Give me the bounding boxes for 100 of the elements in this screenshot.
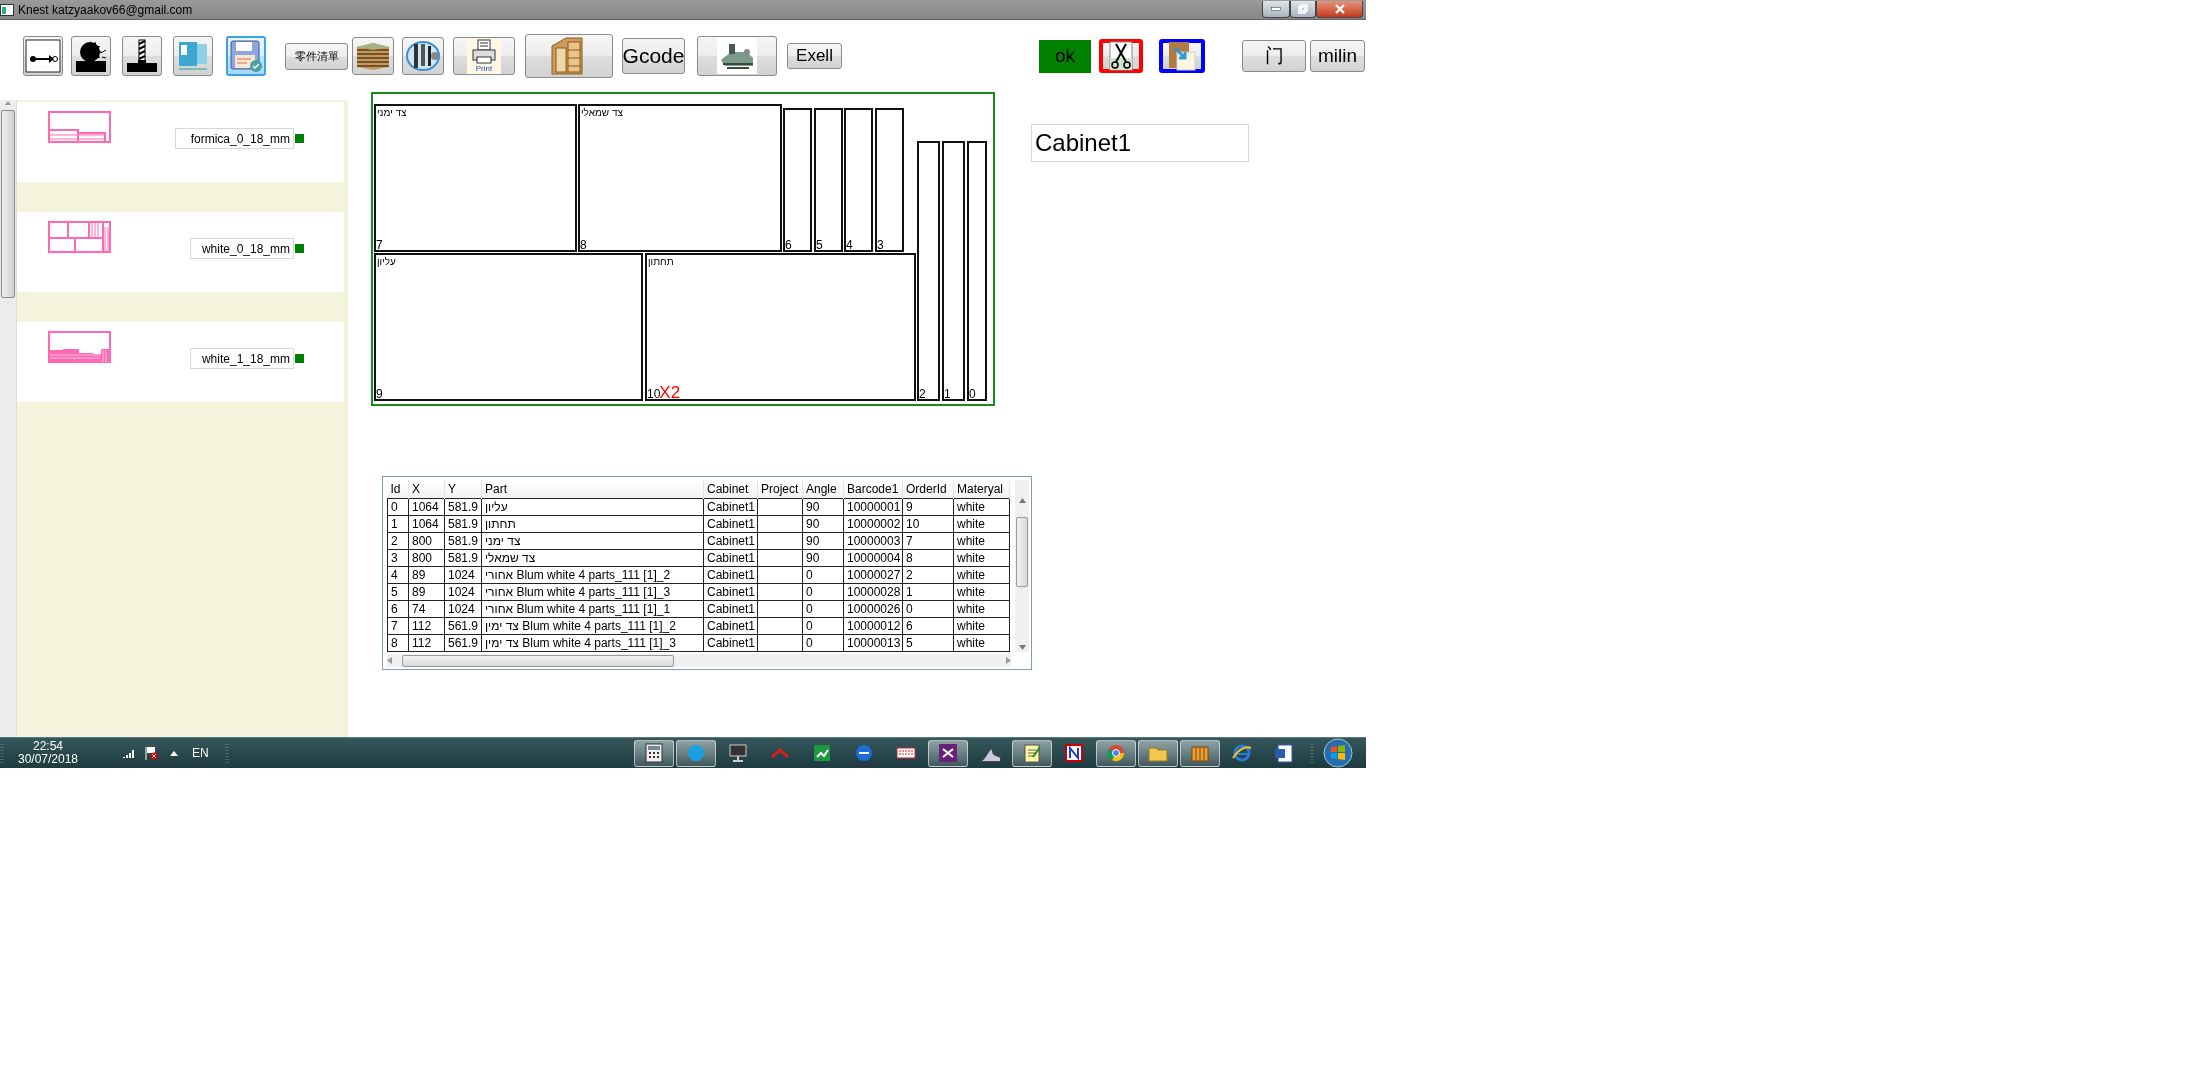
board-stack-icon [355,41,391,71]
window-title: Knest katzyaakov66@gmail.com [18,2,193,17]
saw-blade-icon [73,39,109,73]
toolbar-button[interactable] [122,36,162,76]
table-cell: Cabinet1 [703,634,758,652]
part-label: צד ימני [377,107,407,118]
show-hidden-icon[interactable] [170,750,178,756]
table-cell: 581.9 [444,498,482,516]
save-icon [228,39,264,73]
column-header[interactable]: OrderId [902,480,954,499]
column-header[interactable]: Project [757,480,803,499]
status-square-icon [295,244,304,253]
table-cell: white [953,515,1010,533]
table-cell: Cabinet1 [703,532,758,550]
table-cell: 90 [802,515,844,533]
table-cell: 89 [408,583,445,601]
material-field[interactable]: white_1_18_mm [189,348,294,369]
table-cell: 0 [802,600,844,618]
table-cell: 8 [387,634,409,652]
column-header[interactable]: Angle [802,480,844,499]
status-square-icon [295,134,304,143]
language-indicator[interactable]: EN [192,746,209,760]
tool-button[interactable] [1099,39,1143,73]
toolbar-button[interactable]: Gcode [622,38,685,74]
signal-icon[interactable] [122,748,136,758]
part-number: 9 [376,388,383,401]
tool-button[interactable]: milin [1310,40,1365,72]
table-cell: 0 [902,600,954,618]
globe-icon [1231,742,1253,764]
monitor-icon [727,742,749,764]
table-cell: white [953,532,1010,550]
print-badge: Print [467,38,501,74]
table-cell: צד ימין Blum white 4 parts_111 [1]_2 [481,617,704,635]
close-icon [1334,4,1345,14]
close-button[interactable] [1316,1,1363,18]
column-header[interactable]: Materyal [953,480,1010,499]
restore-button[interactable] [1290,1,1316,18]
table-cell: צד ימני [481,532,704,550]
table-cell: Cabinet1 [703,617,758,635]
material-field[interactable]: formica_0_18_mm [175,128,294,149]
scrollbar-thumb[interactable] [402,654,674,667]
column-header[interactable]: Barcode1 [843,480,903,499]
table-cell: צד ימין Blum white 4 parts_111 [1]_3 [481,634,704,652]
clock-time[interactable]: 22:54 [33,740,63,753]
browser-icon [1105,742,1127,764]
scroll-down-icon[interactable] [1018,645,1026,650]
scroll-up-icon[interactable] [1018,498,1026,503]
table-cell: Cabinet1 [703,498,758,516]
table-cell: אחורי Blum white 4 parts_111 [1]_1 [481,600,704,618]
taskbar-button[interactable] [1012,739,1052,767]
table-cell: 800 [408,532,445,550]
taskbar-button[interactable] [1138,739,1178,767]
column-header[interactable]: Y [444,480,482,499]
table-cell: 10000012 [843,617,903,635]
material-field[interactable]: white_0_18_mm [189,238,294,259]
table-cell: 9 [902,498,954,516]
taskbar-button[interactable] [676,739,716,767]
restore-icon [1298,4,1308,14]
column-header[interactable]: Id [387,480,409,499]
toolbar-button[interactable]: Exell [787,43,842,69]
taskbar-button[interactable] [928,739,968,767]
taskbar-button[interactable] [634,739,674,767]
toolbar-button[interactable] [23,36,63,76]
table-cell: 581.9 [444,532,482,550]
table-cell: 0 [802,617,844,635]
toolbar-button[interactable] [71,36,111,76]
toolbar-button[interactable]: 零件清單 [285,42,348,70]
toolbar-button[interactable]: Print [453,37,515,75]
start-button[interactable] [1320,738,1356,768]
toolbar-button[interactable] [352,37,394,75]
flag-icon[interactable] [144,746,158,760]
table-cell: 10000027 [843,566,903,584]
tool-button[interactable] [1159,39,1205,73]
sheet-layout-icon [48,111,111,143]
table-cell: 1064 [408,498,445,516]
app-icon [0,3,14,16]
taskbar-button[interactable] [1096,739,1136,767]
table-cell: 2 [902,566,954,584]
table-cell: 10000026 [843,600,903,618]
minimize-button[interactable] [1262,1,1290,18]
toolbar-button[interactable] [697,36,777,76]
cabinet-name-field[interactable]: Cabinet1 [1031,124,1249,162]
part-number: 5 [816,239,823,252]
scrollbar-thumb[interactable] [1,110,15,298]
tool-button[interactable]: 门 [1242,40,1306,72]
toolbar-button[interactable] [402,37,444,75]
clock-date[interactable]: 30/07/2018 [17,753,79,766]
taskbar-button[interactable] [1180,739,1220,767]
table-cell: 1024 [444,566,482,584]
drill-bit-icon [124,39,160,73]
column-header[interactable]: Part [481,480,704,499]
notepad-icon [1021,742,1043,764]
scrollbar-thumb[interactable] [1016,517,1028,587]
copies-label: X2 [659,384,681,401]
table-cell: 112 [408,634,445,652]
windows-logo-icon [1323,738,1353,768]
column-header[interactable]: Cabinet [703,480,758,499]
calculator-icon [643,742,665,764]
column-header[interactable]: X [408,480,445,499]
status-square-icon [295,354,304,363]
